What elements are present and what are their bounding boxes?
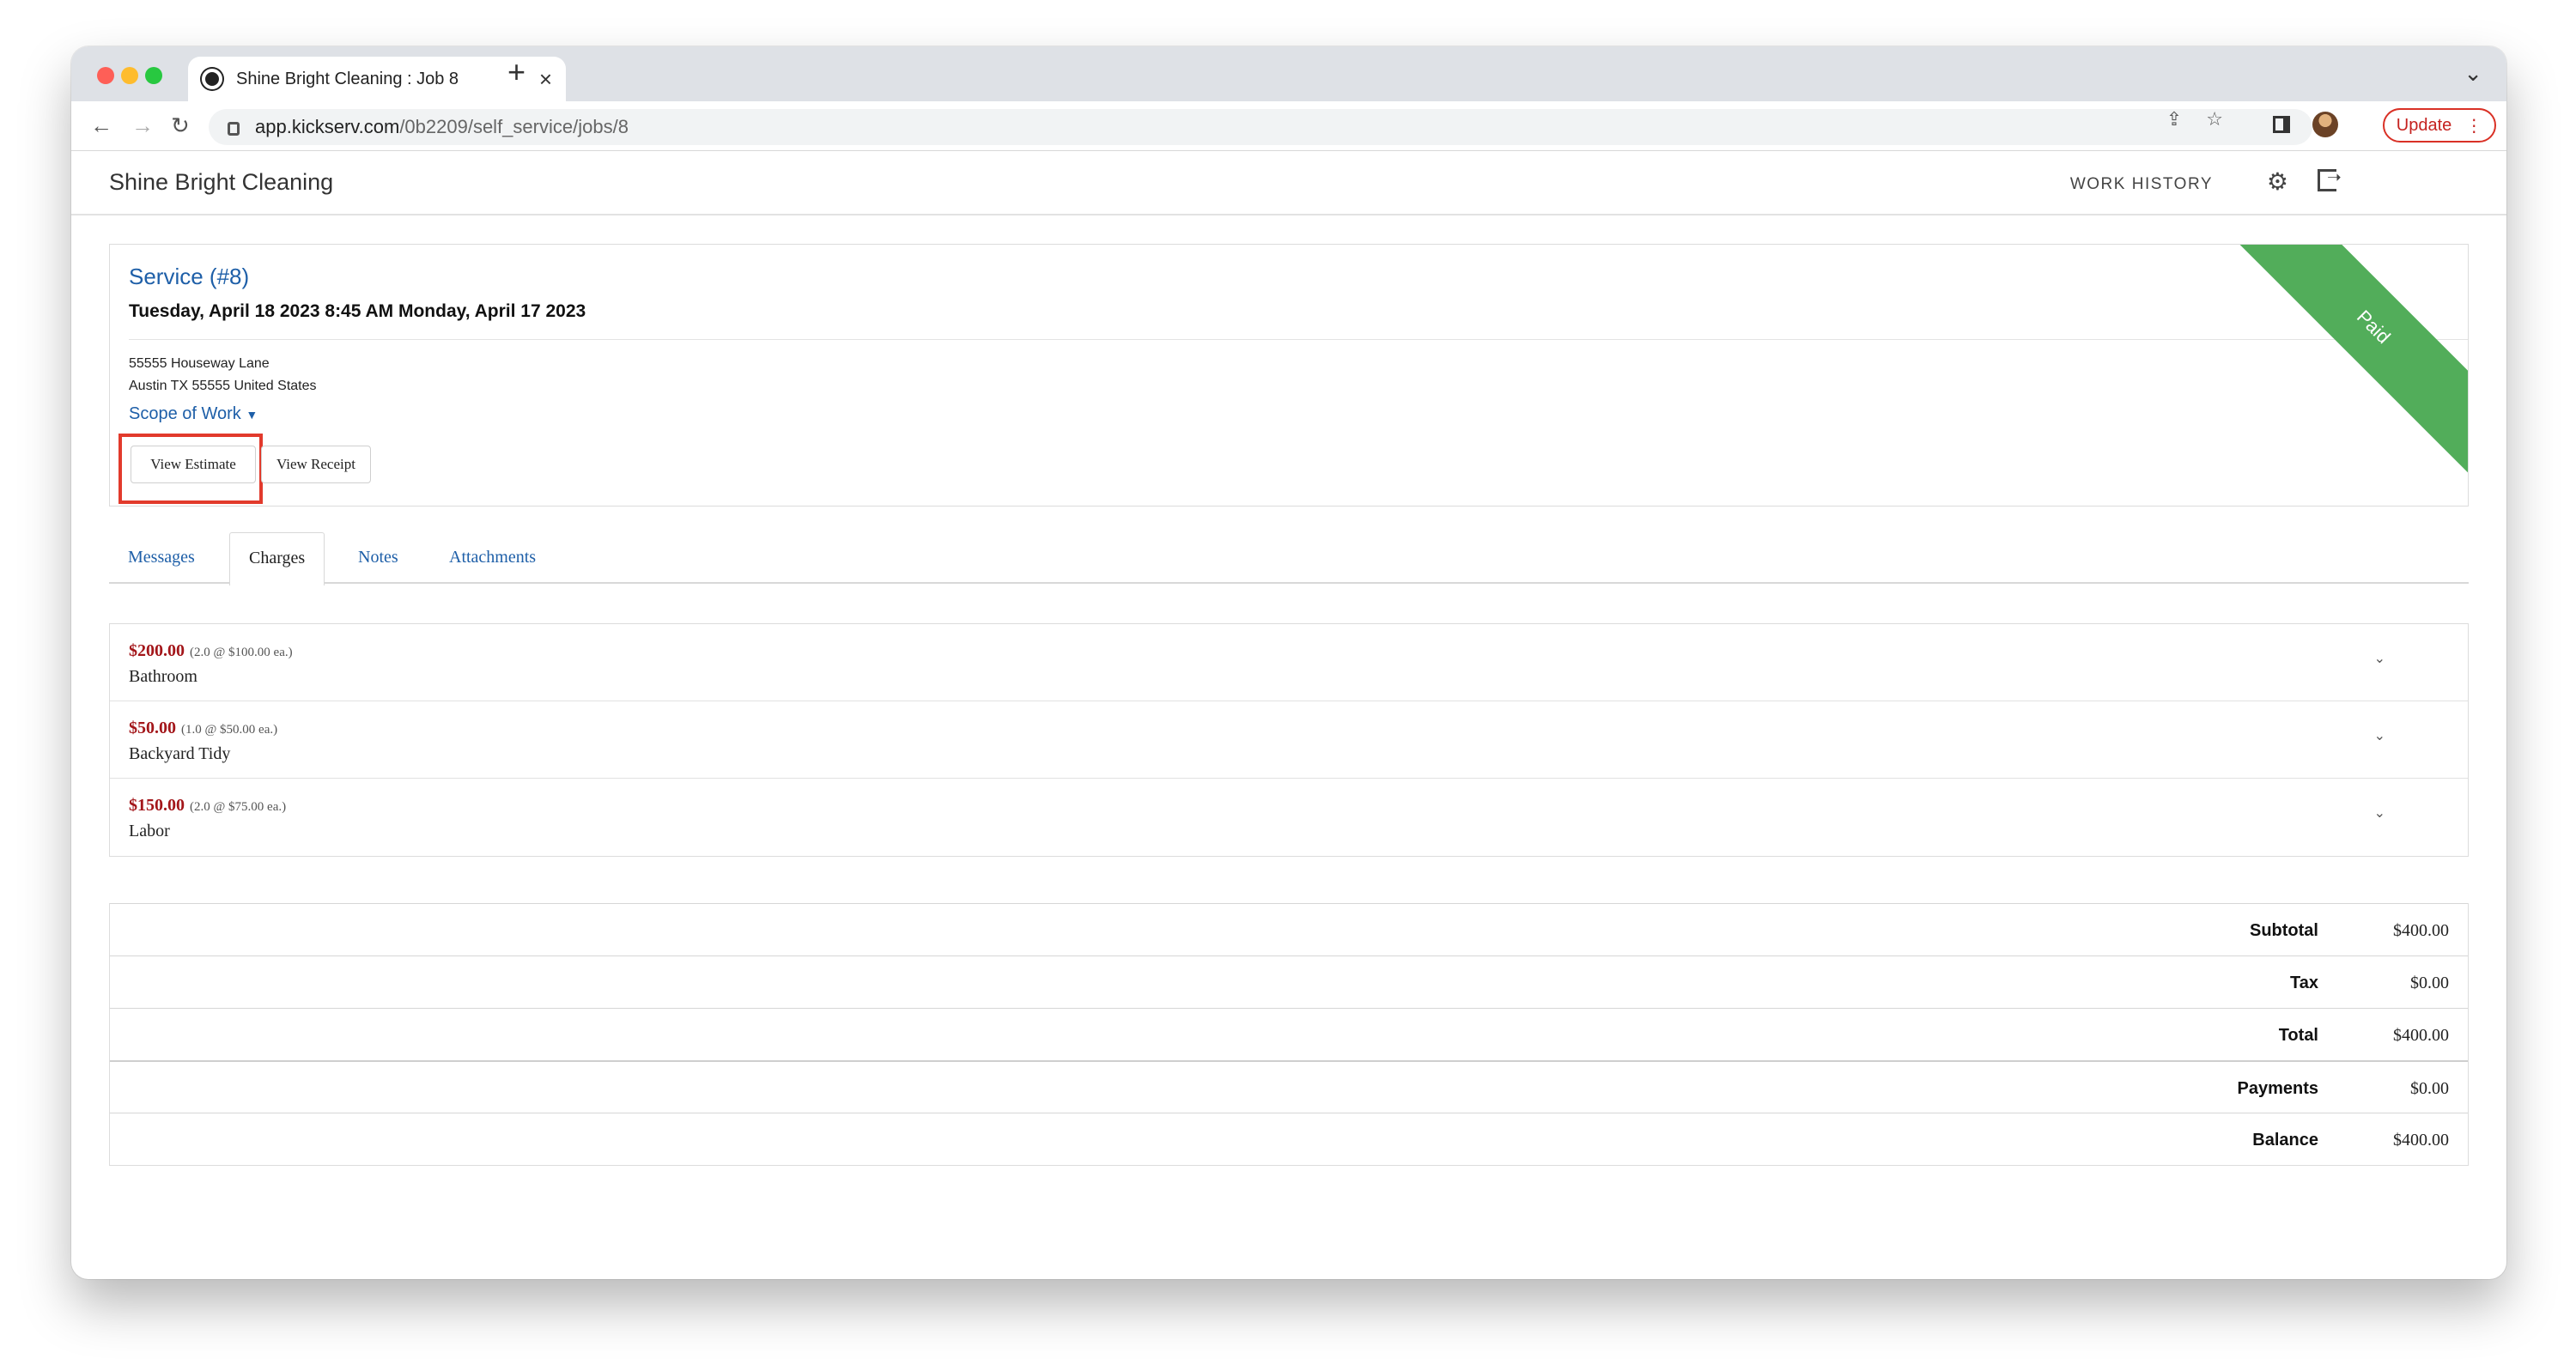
job-card: Service (#8) Tuesday, April 18 2023 8:45…	[109, 244, 2469, 507]
charge-price: $200.00	[129, 641, 185, 660]
view-estimate-button[interactable]: View Estimate	[131, 446, 256, 483]
maximize-window-button[interactable]	[145, 67, 162, 84]
forward-arrow-icon[interactable]: →	[131, 110, 154, 141]
reload-icon[interactable]: ↻	[171, 110, 190, 141]
paid-ribbon: Paid	[2226, 245, 2468, 475]
tab-strip: Shine Bright Cleaning : Job 8 × + ⌄	[71, 46, 2506, 101]
total-label: Total	[2278, 1026, 2318, 1045]
minimize-window-button[interactable]	[121, 67, 138, 84]
bookmark-star-icon[interactable]: ☆	[2206, 108, 2223, 130]
share-icon[interactable]: ⇪	[2166, 108, 2182, 130]
view-receipt-button[interactable]: View Receipt	[261, 446, 371, 483]
list-item[interactable]: $50.00 (1.0 @ $50.00 ea.) Backyard Tidy ⌄	[110, 701, 2468, 779]
job-title[interactable]: Service (#8)	[129, 264, 249, 290]
job-tabs: Messages Charges Notes Attachments	[109, 532, 2469, 585]
tab-messages[interactable]: Messages	[128, 548, 195, 567]
status-badge: Paid	[2352, 306, 2395, 349]
balance-label: Balance	[2252, 1131, 2318, 1150]
scope-of-work-label: Scope of Work	[129, 404, 241, 423]
charge-price: $150.00	[129, 796, 185, 815]
new-tab-icon[interactable]: +	[507, 57, 526, 88]
subtotal-label: Subtotal	[2250, 921, 2318, 940]
url-path: /0b2209/self_service/jobs/8	[399, 116, 629, 137]
tab-charges[interactable]: Charges	[229, 532, 325, 585]
tab-search-chevron-icon[interactable]: ⌄	[2464, 60, 2482, 87]
sign-out-icon[interactable]	[2318, 167, 2342, 191]
side-panel-icon[interactable]	[2273, 116, 2290, 133]
tab-notes[interactable]: Notes	[358, 548, 398, 567]
url-host: app.kickserv.com	[255, 116, 400, 137]
charge-name: Labor	[129, 822, 170, 840]
browser-window: Shine Bright Cleaning : Job 8 × + ⌄ ← → …	[71, 46, 2506, 1279]
close-tab-icon[interactable]: ×	[539, 68, 552, 90]
chevron-down-icon[interactable]: ⌄	[2374, 727, 2385, 744]
charge-quantity: (2.0 @ $100.00 ea.)	[190, 646, 293, 659]
subtotal-row: Subtotal $400.00	[110, 903, 2468, 955]
charge-quantity: (2.0 @ $75.00 ea.)	[190, 800, 287, 814]
job-dates: Tuesday, April 18 2023 8:45 AM Monday, A…	[129, 301, 586, 321]
divider	[129, 339, 2468, 340]
profile-avatar[interactable]	[2312, 112, 2338, 137]
payments-value: $0.00	[2410, 1079, 2449, 1098]
kebab-menu-icon: ⋮	[2465, 116, 2483, 136]
address-bar[interactable]: app.kickserv.com/0b2209/self_service/job…	[209, 109, 2312, 145]
totals-table: Subtotal $400.00 Tax $0.00 Total $400.00…	[109, 903, 2469, 1166]
charges-list: $200.00 (2.0 @ $100.00 ea.) Bathroom ⌄ $5…	[109, 623, 2469, 857]
tax-value: $0.00	[2410, 974, 2449, 992]
browser-toolbar: ← → ↻ app.kickserv.com/0b2209/self_servi…	[71, 101, 2506, 151]
gear-icon[interactable]: ⚙	[2267, 167, 2288, 196]
payments-label: Payments	[2237, 1079, 2319, 1098]
total-row: Total $400.00	[110, 1008, 2468, 1060]
total-value: $400.00	[2393, 1026, 2449, 1045]
charge-name: Backyard Tidy	[129, 744, 231, 763]
chevron-down-icon[interactable]: ⌄	[2374, 804, 2385, 822]
site-favicon-icon	[202, 69, 222, 89]
caret-down-icon: ▼	[246, 408, 258, 422]
update-label: Update	[2396, 115, 2452, 135]
brand-name: Shine Bright Cleaning	[109, 169, 334, 195]
scope-of-work-toggle[interactable]: Scope of Work ▼	[129, 404, 258, 424]
charge-quantity: (1.0 @ $50.00 ea.)	[181, 723, 278, 737]
subtotal-value: $400.00	[2393, 921, 2449, 940]
payments-row: Payments $0.00	[110, 1060, 2468, 1113]
charge-name: Bathroom	[129, 667, 197, 686]
back-arrow-icon[interactable]: ←	[90, 110, 112, 141]
lock-icon	[228, 122, 240, 136]
address-line-1: 55555 Houseway Lane	[129, 356, 270, 371]
list-item[interactable]: $150.00 (2.0 @ $75.00 ea.) Labor ⌄	[110, 779, 2468, 856]
close-window-button[interactable]	[97, 67, 114, 84]
list-item[interactable]: $200.00 (2.0 @ $100.00 ea.) Bathroom ⌄	[110, 624, 2468, 701]
work-history-link[interactable]: WORK HISTORY	[2070, 175, 2213, 194]
tab-title: Shine Bright Cleaning : Job 8	[236, 69, 459, 88]
charge-price: $50.00	[129, 719, 176, 737]
tax-row: Tax $0.00	[110, 955, 2468, 1008]
chevron-down-icon[interactable]: ⌄	[2374, 650, 2385, 667]
tax-label: Tax	[2290, 974, 2318, 992]
balance-row: Balance $400.00	[110, 1113, 2468, 1165]
tab-attachments[interactable]: Attachments	[449, 548, 536, 567]
balance-value: $400.00	[2393, 1131, 2449, 1150]
address-line-2: Austin TX 55555 United States	[129, 379, 317, 393]
update-button[interactable]: Update ⋮	[2383, 108, 2496, 143]
app-header: Shine Bright Cleaning WORK HISTORY ⚙	[71, 152, 2506, 215]
